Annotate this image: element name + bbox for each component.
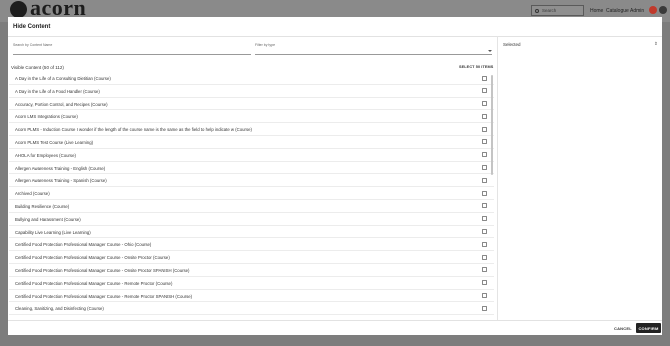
list-item-label: Bullying and Harassment (Course) — [15, 216, 81, 222]
list-item[interactable]: Capability Live Learning (Live Learning) — [9, 226, 494, 239]
nav-home[interactable]: Home — [590, 8, 603, 14]
list-item-label: Certified Food Protection Professional M… — [15, 280, 173, 286]
list-item-label: Certified Food Protection Professional M… — [15, 242, 152, 248]
item-checkbox[interactable] — [482, 241, 487, 247]
global-search-input[interactable]: Search — [531, 5, 584, 16]
chevron-down-icon[interactable] — [488, 50, 492, 52]
avatar[interactable] — [659, 6, 667, 14]
item-checkbox[interactable] — [482, 152, 487, 158]
list-item-label: Allergen Awareness Training - English (C… — [15, 165, 106, 171]
search-icon — [535, 8, 539, 13]
item-checkbox[interactable] — [482, 190, 487, 196]
list-item-label: Acorn LMS Integrations (Course) — [15, 114, 78, 120]
cancel-button[interactable]: CANCEL — [612, 324, 634, 333]
list-item[interactable]: Acorn PLMS Test Course (Live Learning) — [9, 136, 494, 149]
list-item-label: Acorn PLMS Test Course (Live Learning) — [15, 139, 94, 145]
list-item-label: A Day in the Life of a Consulting Dietit… — [15, 76, 111, 81]
list-item[interactable]: Certified Food Protection Professional M… — [9, 290, 494, 303]
list-item-label: Allergen Awareness Training - Spanish (C… — [15, 178, 107, 184]
list-item-label: Building Resilience (Course) — [15, 203, 70, 209]
list-item-label: Accuracy, Portion Control, and Recipes (… — [15, 101, 108, 107]
nav-admin[interactable]: Admin — [630, 8, 644, 14]
list-item-label: Cleaning, Sanitizing, and Disinfecting (… — [15, 306, 104, 312]
filter-type-select[interactable] — [255, 54, 492, 55]
item-checkbox[interactable] — [482, 280, 487, 286]
list-item[interactable]: Certified Food Protection Professional M… — [9, 251, 494, 264]
notification-icon[interactable] — [649, 6, 657, 14]
item-checkbox[interactable] — [482, 88, 487, 94]
list-item[interactable]: Allergen Awareness Training - Spanish (C… — [9, 174, 494, 188]
list-item-label: Certified Food Protection Professional M… — [15, 293, 193, 299]
select-all-button[interactable]: SELECT 50 ITEMS — [459, 65, 493, 69]
item-checkbox[interactable] — [482, 113, 487, 119]
list-item[interactable]: Certified Food Protection Professional M… — [9, 264, 494, 277]
content-search-input[interactable] — [13, 54, 251, 55]
global-search-placeholder: Search — [542, 8, 557, 13]
list-item[interactable]: Allergen Awareness Training - English (C… — [9, 162, 494, 175]
sort-icon[interactable]: ⇕ — [654, 41, 658, 47]
item-checkbox[interactable] — [482, 229, 487, 235]
confirm-button[interactable]: CONFIRM — [636, 323, 661, 333]
panel-divider — [497, 36, 498, 321]
acorn-logo-icon — [10, 0, 27, 18]
title-divider — [8, 36, 662, 37]
list-item[interactable]: Acorn PLMS - Induction Course I wonder i… — [9, 123, 494, 136]
list-item[interactable]: Bullying and Harassment (Course) — [9, 213, 494, 226]
item-checkbox[interactable] — [482, 267, 487, 273]
item-checkbox[interactable] — [482, 75, 487, 81]
list-item[interactable]: Accuracy, Portion Control, and Recipes (… — [9, 98, 494, 111]
list-item-label: Certified Food Protection Professional M… — [15, 267, 190, 273]
item-checkbox[interactable] — [482, 165, 487, 171]
list-item[interactable]: A Day in the Life of a Food Handler (Cou… — [9, 85, 494, 98]
list-item[interactable]: Archived (Course) — [9, 187, 494, 200]
item-checkbox[interactable] — [482, 216, 487, 222]
list-item-label: A Day in the Life of a Food Handler (Cou… — [15, 88, 100, 94]
item-checkbox[interactable] — [482, 126, 487, 132]
list-item-label: Archived (Course) — [15, 191, 50, 197]
search-field-label: Search by Content Name — [13, 43, 53, 47]
modal-title: Hide Content — [13, 24, 51, 30]
item-checkbox[interactable] — [482, 177, 487, 183]
selected-panel-title: Selected — [503, 42, 521, 47]
list-item[interactable]: A Day in the Life of a Consulting Dietit… — [9, 72, 494, 85]
item-checkbox[interactable] — [482, 254, 487, 260]
item-checkbox[interactable] — [482, 305, 487, 311]
list-item-label: Certified Food Protection Professional M… — [15, 255, 170, 261]
list-item-label: Acorn PLMS - Induction Course I wonder i… — [15, 127, 252, 133]
list-scrollbar[interactable] — [491, 75, 493, 175]
item-checkbox[interactable] — [482, 203, 487, 209]
item-checkbox[interactable] — [482, 101, 487, 107]
item-checkbox[interactable] — [482, 139, 487, 145]
content-list: A Day in the Life of a Consulting Dietit… — [9, 72, 494, 335]
item-checkbox[interactable] — [482, 293, 487, 299]
hide-content-modal: Hide Content Search by Content Name Filt… — [8, 17, 662, 335]
list-item[interactable]: Building Resilience (Course) — [9, 200, 494, 213]
nav-catalogue[interactable]: Catalogue — [606, 8, 629, 14]
list-item[interactable]: Acorn LMS Integrations (Course) — [9, 110, 494, 124]
list-item-label: Capability Live Learning (Live Learning) — [15, 229, 91, 235]
list-item[interactable]: Cleaning, Sanitizing, and Disinfecting (… — [9, 302, 494, 316]
footer-divider — [8, 320, 662, 321]
filter-field-label: Filter by type — [255, 43, 276, 47]
list-item[interactable]: Certified Food Protection Professional M… — [9, 277, 494, 290]
list-item[interactable]: Certified Food Protection Professional M… — [9, 238, 494, 252]
list-item-label: AHOLA for Employees (Course) — [15, 152, 76, 158]
list-item[interactable]: AHOLA for Employees (Course) — [9, 149, 494, 162]
visible-content-count: Visible Content (50 of 112) — [11, 65, 64, 70]
